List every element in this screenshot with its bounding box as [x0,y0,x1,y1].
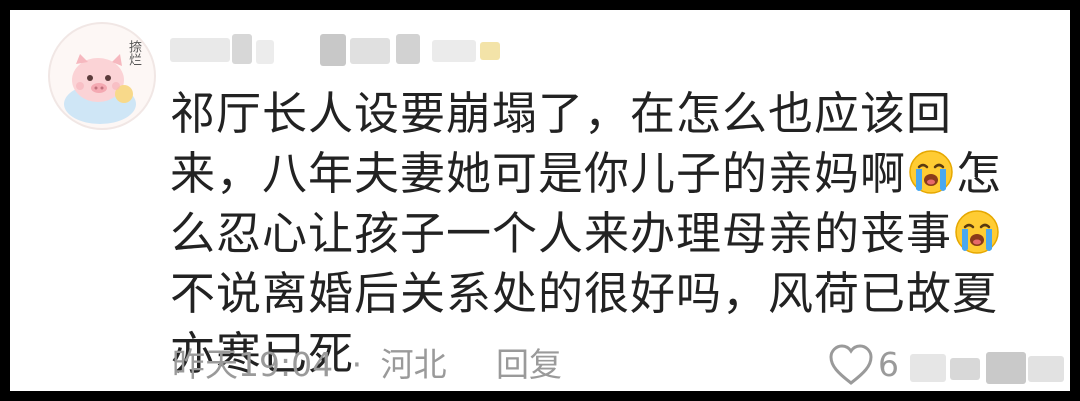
loudly-crying-face-icon [909,150,953,194]
username-redacted[interactable] [170,30,530,70]
avatar[interactable]: 捺烂 [48,22,156,130]
comment-location: 河北 [380,345,447,384]
comment-text-segment: 祁厅长人设要崩塌了，在怎么也应该回来，八年夫妻她可是你儿子的亲妈啊 [170,87,953,200]
redacted-actions [900,350,1070,390]
comment-meta: 昨天19:04 · 河北 [172,345,447,385]
comment-card: 捺烂 祁厅长人设要崩塌了，在怎么也应该回来，八年夫妻她可是你儿子的亲妈啊 怎么忍心… [10,10,1070,391]
reply-button[interactable]: 回复 [496,345,562,385]
avatar-badge: 捺烂 [126,40,141,66]
comment-text: 祁厅长人设要崩塌了，在怎么也应该回来，八年夫妻她可是你儿子的亲妈啊 怎么忍心让孩子… [170,84,1034,384]
like-heart-icon[interactable] [828,343,874,387]
meta-separator: · [351,345,363,384]
like-count: 6 [878,345,899,384]
loudly-crying-face-icon [955,210,999,254]
comment-time: 昨天19:04 [172,345,334,384]
